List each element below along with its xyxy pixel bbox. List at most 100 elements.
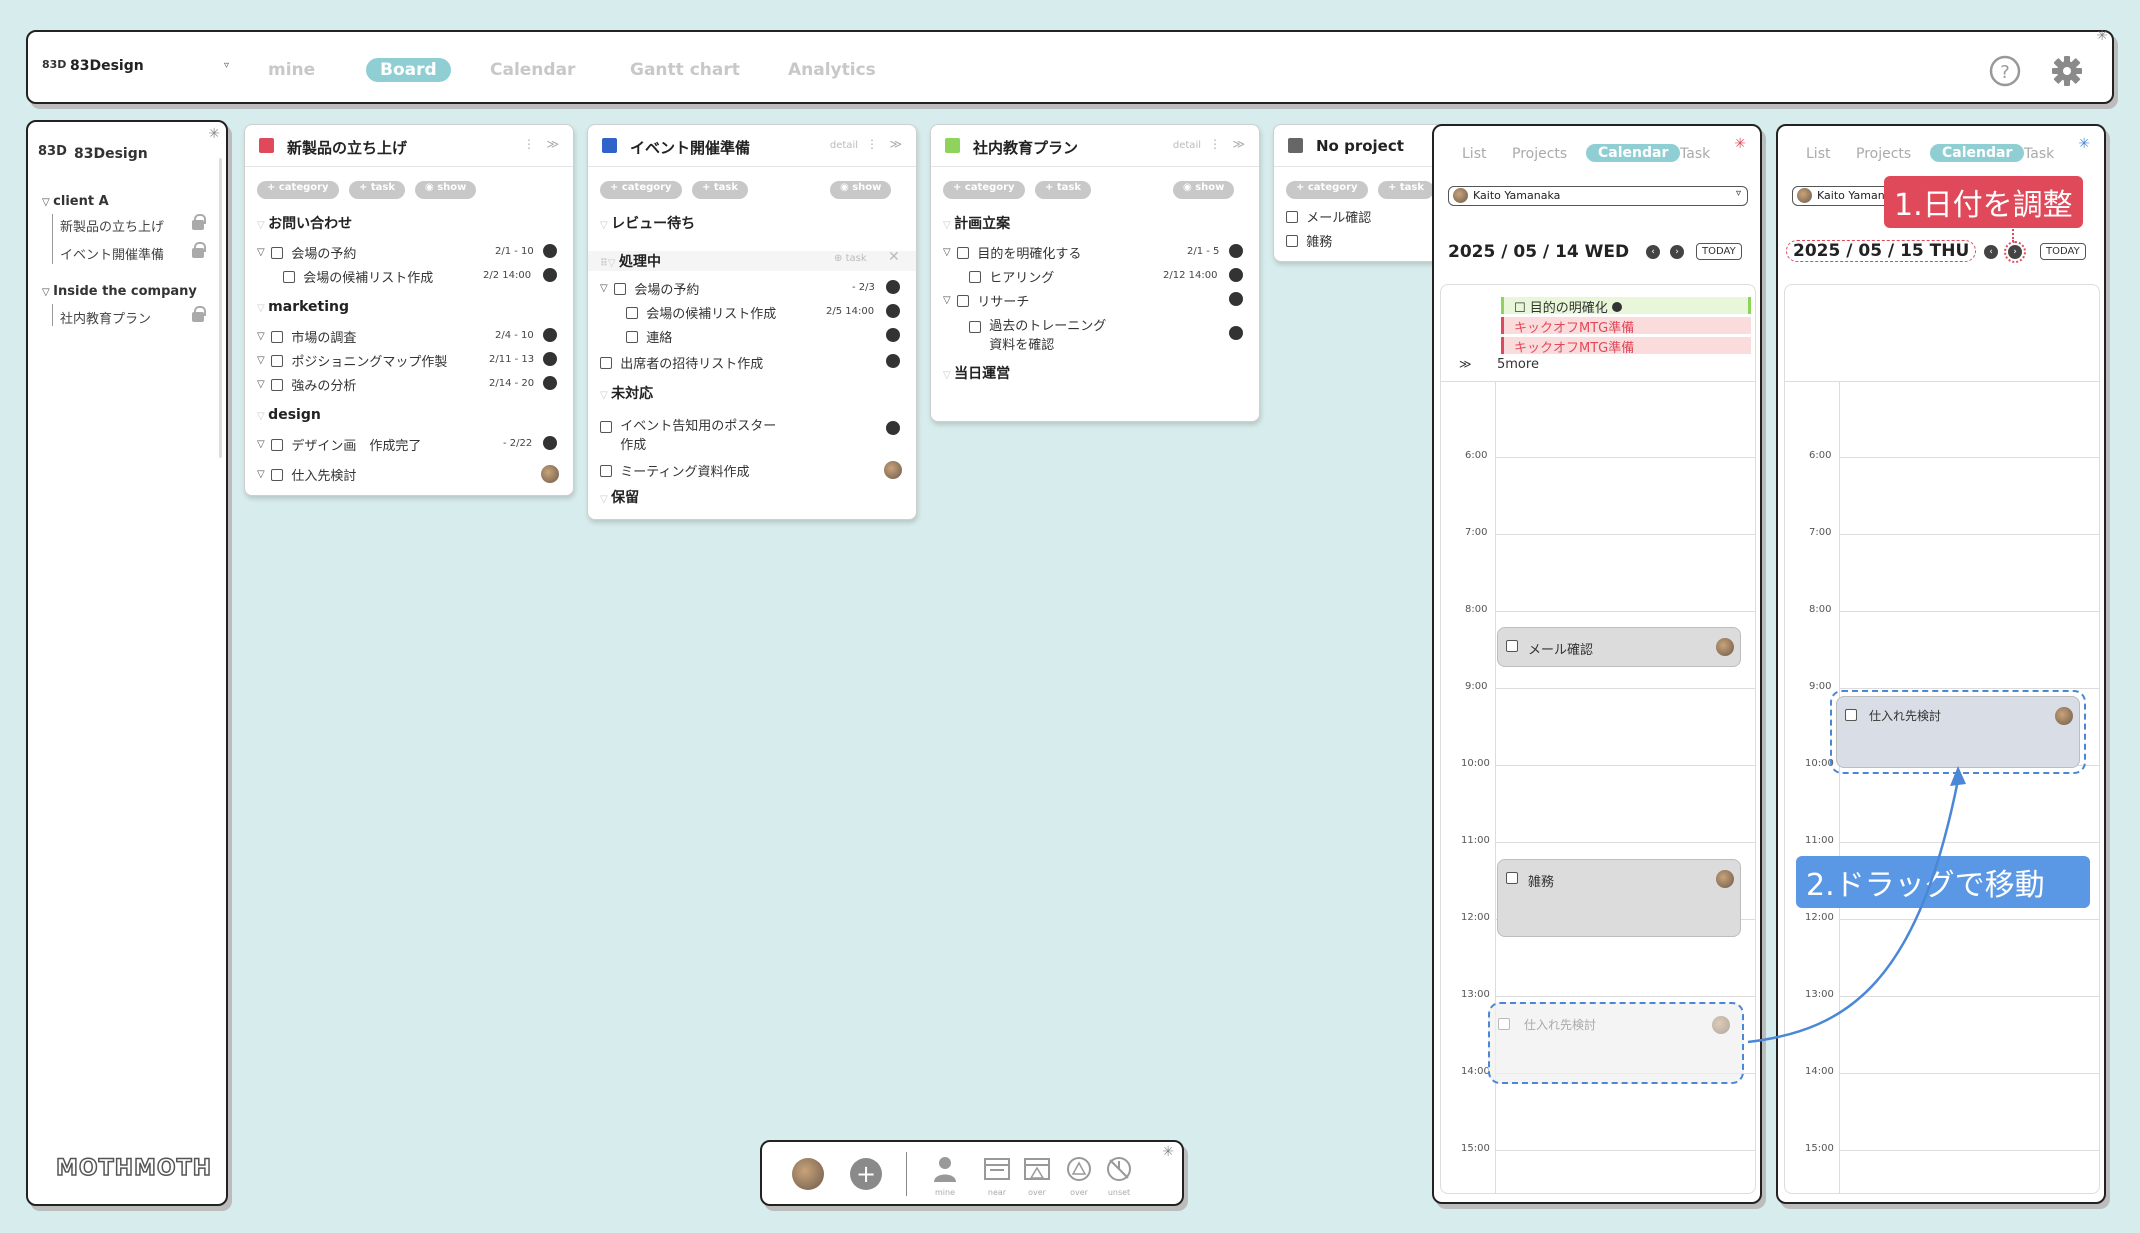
task-checkbox[interactable] xyxy=(969,270,981,283)
task-row[interactable]: 出席者の招待リスト作成 xyxy=(600,353,763,372)
user-avatar[interactable] xyxy=(792,1158,824,1190)
prev-day-icon[interactable]: ‹ xyxy=(1984,245,1998,259)
assignee-icon[interactable] xyxy=(1229,268,1243,282)
pin-icon[interactable]: ✳ xyxy=(1734,136,1746,152)
task-row[interactable]: ▽ 仕入先検討 xyxy=(257,465,356,484)
tab-list[interactable]: List xyxy=(1806,146,1830,162)
task-checkbox[interactable] xyxy=(271,468,284,481)
category-heading[interactable]: ▽ 当日運営 xyxy=(943,363,1010,383)
add-category-button[interactable]: + category xyxy=(943,181,1025,199)
task-checkbox[interactable] xyxy=(271,378,284,391)
category-heading[interactable]: ▽ お問い合わせ xyxy=(257,213,352,233)
task-checkbox[interactable] xyxy=(271,246,284,259)
allday-event[interactable]: キックオフMTG準備 xyxy=(1501,317,1751,336)
task-checkbox[interactable] xyxy=(271,438,284,451)
assignee-icon[interactable] xyxy=(886,354,900,368)
task-row[interactable]: ミーティング資料作成 xyxy=(600,461,750,480)
project-title[interactable]: No project xyxy=(1316,137,1404,155)
calendar-event[interactable]: メール確認 xyxy=(1497,627,1741,667)
category-heading[interactable]: ▽ design xyxy=(257,407,321,423)
more-menu-icon[interactable]: ⋮ xyxy=(523,137,535,151)
category-heading[interactable]: ▽ 計画立案 xyxy=(943,213,1010,233)
filter-over-button[interactable]: over xyxy=(1020,1154,1054,1197)
tab-projects[interactable]: Projects xyxy=(1512,146,1567,162)
category-heading[interactable]: ▽ レビュー待ち xyxy=(600,213,695,233)
task-row[interactable]: ▽ 会場の予約 xyxy=(600,279,699,298)
sidebar-item-event-prep[interactable]: イベント開催準備 xyxy=(60,244,164,263)
event-checkbox[interactable] xyxy=(1506,640,1518,652)
assignee-icon[interactable] xyxy=(886,304,900,318)
prev-day-icon[interactable]: ‹ xyxy=(1646,245,1660,259)
add-task-button[interactable]: + task xyxy=(1378,181,1434,199)
assignee-icon[interactable] xyxy=(543,436,557,450)
assignee-icon[interactable] xyxy=(886,328,900,342)
user-avatar[interactable] xyxy=(541,465,559,483)
assignee-icon[interactable] xyxy=(1229,292,1243,306)
category-heading[interactable]: ▽ marketing xyxy=(257,299,349,315)
collapse-icon[interactable]: ≫ xyxy=(1232,137,1245,151)
pin-icon[interactable]: ✳ xyxy=(2096,28,2108,44)
add-category-button[interactable]: + category xyxy=(600,181,682,199)
task-checkbox[interactable] xyxy=(957,246,970,259)
event-checkbox[interactable] xyxy=(1845,709,1857,721)
filter-near-button[interactable]: near xyxy=(980,1154,1014,1197)
collapse-icon[interactable]: ≫ xyxy=(546,137,559,151)
event-checkbox[interactable] xyxy=(1506,872,1518,884)
task-checkbox[interactable] xyxy=(1286,234,1298,247)
category-heading[interactable]: ▽ 保留 xyxy=(600,487,639,507)
task-row[interactable]: ▽ デザイン画 作成完了 xyxy=(257,435,421,454)
nav-mine[interactable]: mine xyxy=(268,60,315,80)
calendar-event[interactable]: 仕入れ先検討 xyxy=(1836,696,2080,768)
more-events-link[interactable]: 5more xyxy=(1497,357,1539,372)
tab-projects[interactable]: Projects xyxy=(1856,146,1911,162)
allday-event[interactable]: ☐ 目的の明確化 xyxy=(1501,297,1751,316)
settings-gear-icon[interactable] xyxy=(2050,54,2084,88)
tab-task[interactable]: Task xyxy=(1680,146,1710,162)
filter-unset-button[interactable]: unset xyxy=(1102,1154,1136,1197)
add-task-inline[interactable]: ⊕ task xyxy=(834,253,867,264)
project-title[interactable]: 新製品の立ち上げ xyxy=(287,137,407,158)
task-row[interactable]: ▽ 市場の調査 xyxy=(257,327,356,346)
more-menu-icon[interactable]: ⋮ xyxy=(1209,137,1221,151)
task-row[interactable]: ヒアリング xyxy=(969,267,1054,286)
sidebar-group-inside-company[interactable]: ▽ Inside the company xyxy=(42,284,197,299)
task-checkbox[interactable] xyxy=(271,354,284,367)
task-checkbox[interactable] xyxy=(283,270,295,283)
help-icon[interactable]: ? xyxy=(1988,54,2022,88)
user-avatar[interactable] xyxy=(884,461,902,479)
task-row[interactable]: 連絡 xyxy=(626,327,672,346)
collapse-icon[interactable]: ≫ xyxy=(889,137,902,151)
task-row[interactable]: 会場の候補リスト作成 xyxy=(626,303,776,322)
filter-mine-button[interactable]: mine xyxy=(928,1154,962,1197)
task-checkbox[interactable] xyxy=(969,321,981,333)
assignee-icon[interactable] xyxy=(1229,244,1243,258)
assignee-icon[interactable] xyxy=(543,376,557,390)
category-heading[interactable]: ▽ 未対応 xyxy=(600,383,653,403)
assignee-icon[interactable] xyxy=(543,352,557,366)
nav-gantt-chart[interactable]: Gantt chart xyxy=(630,60,740,80)
task-checkbox[interactable] xyxy=(600,356,612,369)
task-row[interactable]: イベント告知用のポスター 作成 xyxy=(600,415,776,453)
task-row[interactable]: 雑務 xyxy=(1286,231,1332,250)
task-checkbox[interactable] xyxy=(600,421,612,433)
expand-icon[interactable]: ≫ xyxy=(1459,357,1472,371)
tab-calendar[interactable]: Calendar xyxy=(1586,144,1681,162)
show-button[interactable]: ◉ show xyxy=(830,181,892,199)
detail-link[interactable]: detail xyxy=(1173,140,1201,151)
add-circle-icon[interactable]: + xyxy=(850,1158,882,1190)
next-day-icon[interactable]: › xyxy=(2004,241,2026,263)
sidebar-group-client-a[interactable]: ▽ client A xyxy=(42,194,109,209)
task-checkbox[interactable] xyxy=(957,294,970,307)
show-button[interactable]: ◉ show xyxy=(1173,181,1235,199)
current-date[interactable]: 2025 / 05 / 15 THU xyxy=(1786,240,1977,262)
nav-board[interactable]: Board xyxy=(366,58,451,82)
task-row[interactable]: メール確認 xyxy=(1286,207,1371,226)
show-button[interactable]: ◉ show xyxy=(415,181,477,199)
workspace-dropdown-icon[interactable]: ▿ xyxy=(224,60,229,71)
more-menu-icon[interactable]: ⋮ xyxy=(866,137,878,151)
task-row[interactable]: 過去のトレーニング 資料を確認 xyxy=(969,315,1106,353)
assignee-icon[interactable] xyxy=(886,280,900,294)
calendar-event[interactable]: 雑務 xyxy=(1497,859,1741,937)
filter-over-clock-button[interactable]: over xyxy=(1062,1154,1096,1197)
tab-list[interactable]: List xyxy=(1462,146,1486,162)
